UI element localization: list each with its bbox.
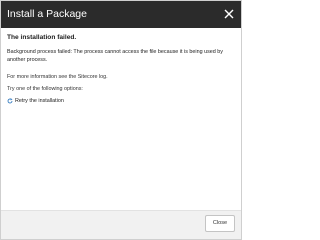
options-intro-text: Try one of the following options: (7, 86, 83, 92)
retry-installation-link[interactable]: Retry the installation (7, 97, 235, 105)
dialog-title: Install a Package (7, 8, 87, 20)
error-message: Background process failed: The process c… (7, 49, 223, 63)
dialog-footer: Close (1, 210, 241, 239)
close-button[interactable]: Close (205, 215, 235, 232)
retry-installation-label: Retry the installation (15, 98, 64, 104)
failure-heading: The installation failed. (7, 34, 77, 41)
refresh-icon (7, 98, 13, 104)
dialog-titlebar: Install a Package (1, 1, 241, 28)
dialog-content: The installation failed. Background proc… (7, 32, 235, 105)
install-package-dialog: Install a Package The installation faile… (0, 0, 242, 240)
log-info-text: For more information see the Sitecore lo… (7, 74, 108, 80)
close-icon[interactable] (221, 6, 237, 22)
